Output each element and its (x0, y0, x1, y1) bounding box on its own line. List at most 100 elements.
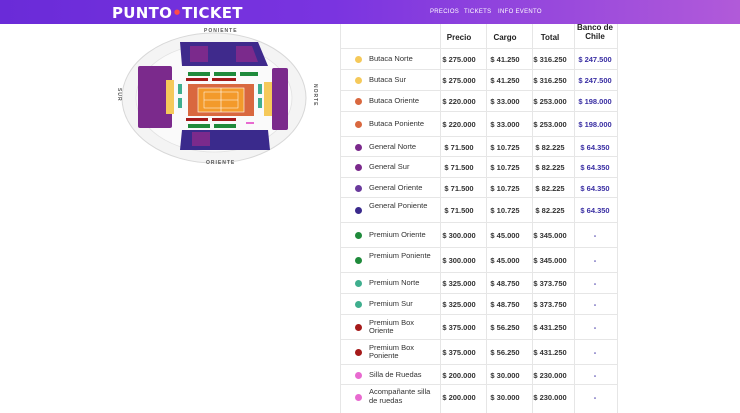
cell-cargo: $ 48.750 (490, 300, 520, 309)
category-color-dot (355, 164, 362, 171)
cell-cargo: $ 10.725 (490, 142, 520, 152)
cell-total: $ 431.250 (533, 348, 567, 357)
cell-total: $ 431.250 (533, 323, 567, 332)
cell-banco: - (593, 348, 597, 357)
cell-banco: $ 64.350 (580, 183, 610, 193)
col-precio-header: Precio (446, 33, 472, 42)
category-name: General Norte (369, 141, 417, 151)
cell-cargo: $ 41.250 (490, 76, 520, 85)
section-silla-de-ruedas[interactable] (246, 122, 254, 124)
cell-total: $ 345.000 (533, 256, 567, 265)
column-divider (532, 24, 533, 413)
category-name: Butaca Poniente (369, 119, 425, 128)
table-row: General Poniente $ 71.500 $ 10.725 $ 82.225… (340, 197, 618, 223)
category-color-dot (355, 393, 362, 401)
cell-cargo: $ 56.250 (490, 348, 520, 357)
category-color-dot (355, 143, 362, 151)
category-name: Premium Box Oriente (369, 317, 415, 335)
cell-cargo: $ 56.250 (490, 323, 520, 332)
cell-banco: $ 64.350 (580, 142, 610, 152)
table-row: Butaca Oriente $ 220.000 $ 33.000 $ 253.000… (340, 90, 618, 112)
logo-mark: • (172, 4, 183, 22)
category-name: Premium Oriente (369, 230, 426, 239)
table-row: Premium Box Oriente $ 375.000 $ 56.250 $ 43… (340, 314, 618, 340)
cell-cargo: $ 41.250 (490, 55, 520, 64)
cell-cargo: $ 48.750 (490, 279, 520, 288)
cell-total: $ 316.250 (533, 55, 567, 64)
cell-cargo: $ 10.725 (490, 163, 520, 172)
section-general-norte[interactable] (272, 68, 288, 130)
cell-cargo: $ 30.000 (490, 392, 520, 402)
cell-banco: - (593, 323, 597, 332)
cell-precio: $ 325.000 (442, 279, 476, 288)
cell-banco: - (593, 231, 597, 240)
cell-cargo: $ 33.000 (490, 120, 520, 129)
cell-precio: $ 375.000 (442, 323, 476, 332)
category-name: General Oriente (369, 182, 423, 192)
nav-info-evento[interactable]: INFO EVENTO (498, 9, 542, 15)
cell-total: $ 82.225 (535, 142, 565, 152)
cell-total: $ 345.000 (533, 231, 567, 240)
table-row: Premium Poniente $ 300.000 $ 45.000 $ 345.0… (340, 247, 618, 273)
puntoticket-logo[interactable]: PUNTO•TICKET (112, 4, 243, 22)
category-name: Premium Poniente (369, 250, 431, 260)
col-banco-header: Banco de Chile (576, 23, 613, 41)
category-name: Butaca Norte (369, 54, 413, 63)
cell-precio: $ 275.000 (442, 76, 476, 85)
category-color-dot (355, 121, 362, 128)
category-color-dot (355, 324, 362, 331)
cell-total: $ 253.000 (533, 120, 567, 129)
section-premium-oriente[interactable] (188, 124, 210, 128)
cell-total: $ 230.000 (533, 370, 567, 380)
section-butaca-norte[interactable] (264, 82, 272, 116)
cell-precio: $ 71.500 (444, 183, 474, 193)
table-header: Precio Cargo Total Banco de Chile (340, 23, 618, 48)
col-cargo-header: Cargo (493, 33, 517, 42)
cell-banco: - (593, 300, 597, 309)
cell-precio: $ 300.000 (442, 256, 476, 265)
nav-tickets[interactable]: TICKETS (464, 9, 491, 15)
cell-precio: $ 300.000 (442, 231, 476, 240)
category-color-dot (355, 56, 362, 63)
table-row: General Sur $ 71.500 $ 10.725 $ 82.225 $ 64.… (340, 156, 618, 178)
logo-text-2: TICKET (182, 4, 243, 22)
cell-precio: $ 71.500 (444, 163, 474, 172)
section-premium-box-oriente[interactable] (186, 118, 208, 121)
table-row: General Oriente $ 71.500 $ 10.725 $ 82.225 $… (340, 177, 618, 198)
cell-total: $ 316.250 (533, 76, 567, 85)
section-butaca-sur[interactable] (166, 80, 174, 114)
category-name: Premium Box Poniente (369, 342, 415, 360)
section-premium-box-poniente[interactable] (186, 78, 208, 81)
table-row: Premium Sur $ 325.000 $ 48.750 $ 373.750 - (340, 293, 618, 315)
category-color-dot (355, 257, 362, 264)
cell-banco: $ 198.000 (578, 97, 612, 106)
cell-banco: $ 64.350 (580, 163, 610, 172)
table-row: Acompañante silla de ruedas $ 200.000 $ 30… (340, 384, 618, 409)
map-label-bottom: ORIENTE (206, 160, 236, 166)
cell-banco: $ 64.350 (580, 206, 610, 215)
table-row: Butaca Poniente $ 220.000 $ 33.000 $ 253.00… (340, 111, 618, 137)
seating-map-graphic (121, 32, 307, 164)
cell-total: $ 82.225 (535, 183, 565, 193)
column-divider (440, 24, 441, 413)
nav-precios[interactable]: PRECIOS (430, 9, 459, 15)
cell-banco: $ 247.500 (578, 76, 612, 85)
column-divider (486, 24, 487, 413)
cell-precio: $ 220.000 (442, 120, 476, 129)
cell-precio: $ 200.000 (442, 370, 476, 380)
table-row: Butaca Norte $ 275.000 $ 41.250 $ 316.250 $ … (340, 48, 618, 70)
cell-banco: $ 247.500 (578, 55, 612, 64)
logo-text: PUNTO (112, 4, 173, 22)
section-premium-sur[interactable] (178, 84, 182, 94)
category-color-dot (355, 301, 362, 308)
section-premium-norte[interactable] (258, 84, 262, 94)
cell-banco: - (593, 279, 597, 288)
section-premium-poniente[interactable] (188, 72, 210, 76)
cell-cargo: $ 10.725 (490, 206, 520, 215)
cell-total: $ 373.750 (533, 279, 567, 288)
column-divider (574, 24, 575, 413)
table-row: Butaca Sur $ 275.000 $ 41.250 $ 316.250 $ 24… (340, 69, 618, 91)
category-color-dot (355, 280, 362, 287)
category-name: Acompañante silla de ruedas (369, 387, 431, 405)
category-color-dot (355, 349, 362, 356)
